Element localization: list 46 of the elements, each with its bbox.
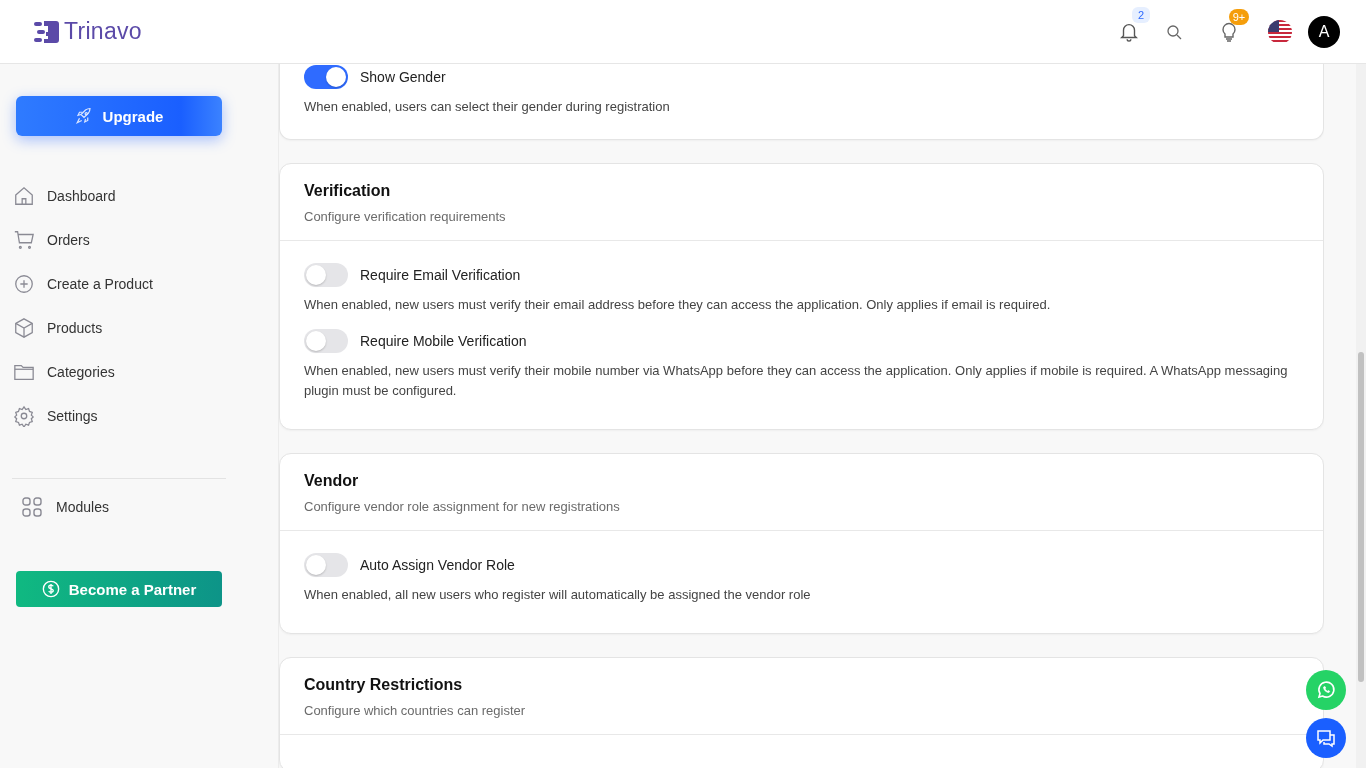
whatsapp-icon bbox=[1316, 680, 1336, 700]
card-subtitle: Configure vendor role assignment for new registrations bbox=[304, 499, 621, 514]
card-title: Verification bbox=[304, 182, 392, 200]
toggle-switch[interactable] bbox=[304, 263, 348, 287]
setting-label: Require Mobile Verification bbox=[360, 333, 527, 349]
setting-description: When enabled, new users must verify their mobile number via WhatsApp before they can access the application. Only applies if mobile is required. A WhatsApp messaging plugin must be configured. bbox=[304, 362, 1289, 400]
setting-description: When enabled, users can select their gender during registration bbox=[304, 98, 671, 116]
box-icon bbox=[13, 317, 35, 339]
nav-item[interactable]: Products bbox=[13, 306, 262, 350]
setting-description: When enabled, new users must verify their email address before they can access the application. Only applies if email is required. bbox=[304, 296, 1052, 314]
nav-item[interactable]: Settings bbox=[13, 394, 262, 438]
nav-item[interactable]: Categories bbox=[13, 350, 262, 394]
setting-label: Show Gender bbox=[360, 69, 446, 85]
nav-item[interactable]: Create a Product bbox=[13, 262, 262, 306]
nav-item[interactable]: Dashboard bbox=[13, 174, 262, 218]
rocket-icon bbox=[74, 107, 93, 125]
flag-icon[interactable] bbox=[1268, 19, 1292, 44]
tips-count: 9+ bbox=[1229, 8, 1249, 25]
search-icon[interactable] bbox=[1166, 23, 1182, 40]
setting-description: When enabled, all new users who register will automatically be assigned the vendor role bbox=[304, 586, 812, 604]
modules-link[interactable]: Modules bbox=[22, 485, 262, 529]
upgrade-button[interactable]: Upgrade bbox=[16, 96, 222, 136]
avatar[interactable]: A bbox=[1308, 15, 1340, 48]
lightbulb-icon[interactable] bbox=[1220, 20, 1238, 43]
setting-label: Require Email Verification bbox=[360, 267, 521, 283]
toggle-switch[interactable] bbox=[304, 65, 348, 89]
plus-icon bbox=[13, 273, 35, 295]
home-icon bbox=[13, 185, 35, 207]
card-title: Country Restrictions bbox=[304, 676, 464, 694]
grid-icon bbox=[22, 497, 42, 517]
card-title: Vendor bbox=[304, 472, 360, 490]
logo-icon bbox=[34, 19, 60, 44]
brand-name: Trinavo bbox=[64, 18, 142, 45]
notification-count: 2 bbox=[1132, 6, 1150, 23]
dollar-icon bbox=[41, 580, 60, 598]
toggle-switch[interactable] bbox=[304, 329, 348, 353]
cart-icon bbox=[13, 229, 35, 251]
card-subtitle: Configure which countries can register bbox=[304, 703, 527, 718]
chat-button[interactable] bbox=[1306, 718, 1346, 758]
toggle-switch[interactable] bbox=[304, 553, 348, 577]
chat-icon bbox=[1316, 728, 1336, 748]
nav-item[interactable]: Orders bbox=[13, 218, 262, 262]
card-subtitle: Configure verification requirements bbox=[304, 209, 507, 224]
setting-label: Auto Assign Vendor Role bbox=[360, 557, 515, 573]
scrollbar[interactable] bbox=[1356, 64, 1366, 768]
gear-icon bbox=[13, 405, 35, 427]
